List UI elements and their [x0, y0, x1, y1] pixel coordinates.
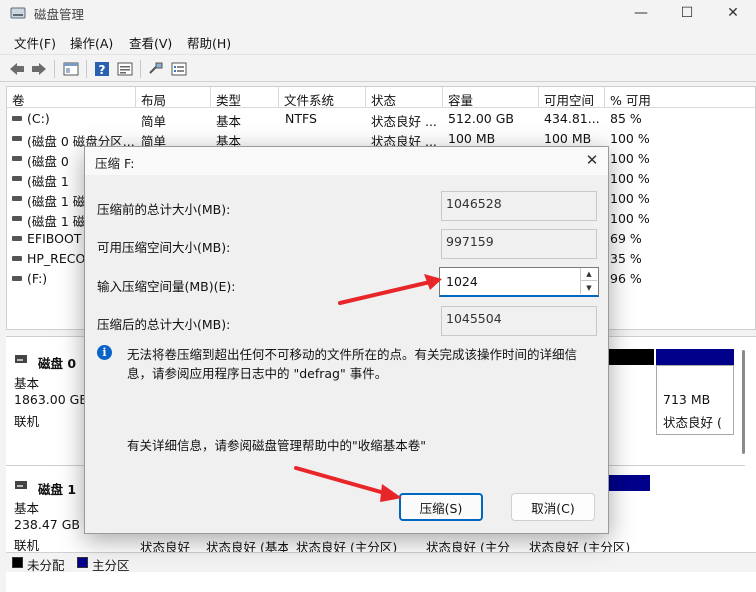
dialog-title: 压缩 F: — [95, 156, 135, 171]
disk-map-scrollbar[interactable] — [739, 346, 749, 458]
menu-view[interactable]: 查看(V) — [129, 33, 172, 52]
volume-icon — [12, 236, 22, 241]
volume-icon — [12, 196, 22, 201]
volume-icon — [12, 156, 22, 161]
column-header-volume[interactable]: 卷 — [7, 87, 136, 108]
primary-swatch — [77, 557, 88, 568]
volume-icon — [12, 216, 22, 221]
back-arrow-icon[interactable] — [8, 60, 26, 78]
connect-icon[interactable] — [147, 60, 165, 78]
dialog-body: 压缩前的总计大小(MB): 1046528 可用压缩空间大小(MB): 9971… — [85, 175, 608, 533]
total-after-label: 压缩后的总计大小(MB): — [97, 317, 231, 332]
disk-1-size: 238.47 GB — [14, 517, 80, 532]
shrink-dialog: 压缩 F: ✕ 压缩前的总计大小(MB): 1046528 可用压缩空间大小(M… — [84, 146, 609, 534]
disk-0-name: 磁盘 0 — [38, 356, 77, 371]
volume-icon — [12, 116, 22, 121]
minimize-button[interactable]: — — [618, 0, 664, 26]
column-header-capacity[interactable]: 容量 — [443, 87, 539, 108]
dialog-close-button[interactable]: ✕ — [579, 149, 605, 171]
volume-row[interactable]: (C:) 简单 基本 NTFS 状态良好 ... 512.00 GB 434.8… — [7, 109, 755, 129]
disk-0-state: 联机 — [14, 414, 40, 429]
column-header-free-space[interactable]: 可用空间 — [539, 87, 605, 108]
disk-0-kind: 基本 — [14, 376, 40, 391]
console-tree-icon[interactable] — [62, 60, 80, 78]
toolbar: ? — [0, 54, 756, 82]
cancel-button[interactable]: 取消(C) — [511, 493, 595, 521]
volume-icon — [12, 256, 22, 261]
help-icon[interactable]: ? — [93, 60, 111, 78]
spin-up-icon[interactable]: ▲ — [580, 268, 597, 281]
total-before-label: 压缩前的总计大小(MB): — [97, 202, 231, 217]
disk-1-kind: 基本 — [14, 501, 40, 516]
column-header-layout[interactable]: 布局 — [136, 87, 211, 108]
menu-file[interactable]: 文件(F) — [14, 33, 56, 52]
legend-primary: 主分区 — [92, 558, 130, 573]
amount-field[interactable]: ▲ ▼ — [439, 267, 599, 297]
title-bar: 磁盘管理 — ☐ ✕ — [0, 0, 756, 26]
primary-partition-bar — [656, 349, 734, 365]
total-before-value: 1046528 — [441, 191, 597, 221]
menu-bar: 文件(F) 操作(A) 查看(V) 帮助(H) — [0, 30, 756, 52]
unallocated-swatch — [12, 557, 23, 568]
menu-action[interactable]: 操作(A) — [70, 33, 113, 52]
info-text: 无法将卷压缩到超出任何不可移动的文件所在的点。有关完成该操作时间的详细信息，请参… — [127, 347, 578, 381]
total-after-value: 1045504 — [441, 306, 597, 336]
shrink-amount-input[interactable] — [440, 268, 580, 295]
disk-icon — [15, 355, 27, 363]
shrink-button[interactable]: 压缩(S) — [399, 493, 483, 521]
list-view-icon[interactable] — [170, 60, 188, 78]
spin-down-icon[interactable]: ▼ — [580, 281, 597, 294]
help-text: 有关详细信息，请参阅磁盘管理帮助中的"收缩基本卷" — [127, 438, 427, 453]
disk-0-size: 1863.00 GB — [14, 392, 88, 407]
forward-arrow-icon[interactable] — [30, 60, 48, 78]
info-icon: i — [97, 345, 112, 360]
svg-text:?: ? — [99, 63, 106, 77]
amount-label: 输入压缩空间量(MB)(E): — [97, 279, 236, 294]
column-header-percent-free[interactable]: % 可用 — [605, 87, 755, 108]
available-label: 可用压缩空间大小(MB): — [97, 240, 231, 255]
legend: 未分配 主分区 — [6, 552, 756, 573]
close-button[interactable]: ✕ — [710, 0, 756, 26]
volume-icon — [12, 136, 22, 141]
disk-0-right-partition[interactable]: 713 MB 状态良好 ( — [656, 365, 734, 435]
volume-icon — [12, 276, 22, 281]
properties-icon[interactable] — [116, 60, 134, 78]
column-header-status[interactable]: 状态 — [366, 87, 443, 108]
maximize-button[interactable]: ☐ — [664, 0, 710, 26]
disk-management-icon — [10, 7, 26, 19]
available-value: 997159 — [441, 229, 597, 259]
column-header-type[interactable]: 类型 — [211, 87, 279, 108]
menu-help[interactable]: 帮助(H) — [187, 33, 231, 52]
disk-1-name: 磁盘 1 — [38, 482, 77, 497]
disk-icon — [15, 481, 27, 489]
window-title: 磁盘管理 — [34, 7, 85, 22]
legend-unallocated: 未分配 — [27, 558, 65, 573]
column-header-filesystem[interactable]: 文件系统 — [279, 87, 366, 108]
volume-icon — [12, 176, 22, 181]
